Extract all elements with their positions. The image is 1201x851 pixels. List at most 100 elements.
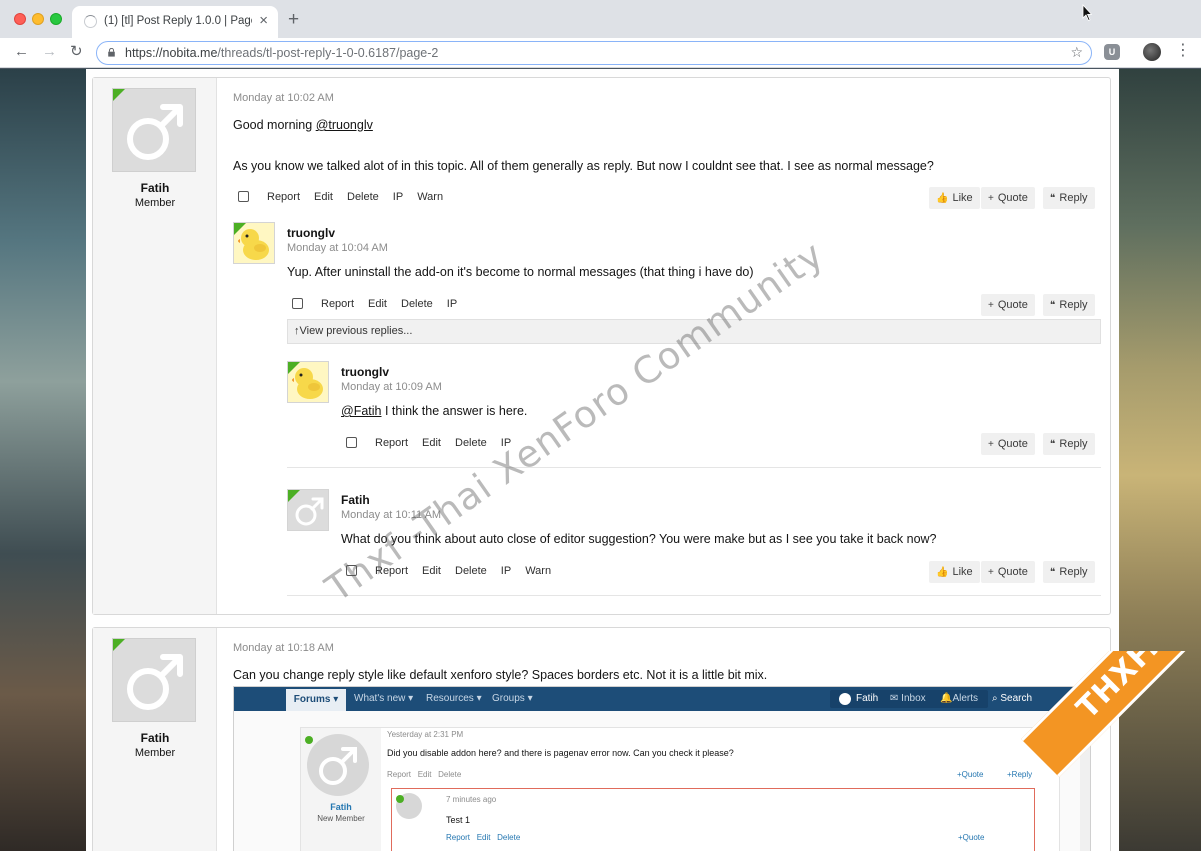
like-label: Like [952, 192, 973, 204]
embedded-author-title: New Member [317, 814, 365, 823]
embedded-nav-whats-new: What's new ▾ [354, 693, 414, 704]
ribbon-text: THXF.ORG [1070, 651, 1201, 726]
address-bar[interactable]: https://nobita.me/threads/tl-post-reply-… [96, 41, 1092, 65]
embedded-delete: Delete [438, 770, 462, 779]
post-author-name[interactable]: Fatih [93, 181, 217, 195]
quote-label: Quote [997, 192, 1028, 204]
quote-marks-icon: ❝ [1050, 300, 1056, 311]
online-indicator [288, 362, 300, 374]
mention-link[interactable]: @Fatih [341, 404, 381, 418]
thread-page: Fatih Member Monday at 10:02 AM Good mor… [86, 69, 1119, 851]
embedded-nav-bar: Forums ▾ What's new ▾ Resources ▾ Groups… [234, 687, 1090, 711]
reply-label: Reply [1059, 438, 1088, 450]
new-tab-icon[interactable]: + [288, 10, 299, 29]
window-close-button[interactable] [14, 13, 26, 25]
post-author-name[interactable]: Fatih [93, 731, 217, 745]
embedded-alerts-label: Alerts [952, 693, 979, 704]
reply-author-name[interactable]: truonglv [287, 226, 335, 240]
back-arrow-icon[interactable]: ← [14, 42, 29, 62]
attached-screenshot-image[interactable]: Forums ▾ What's new ▾ Resources ▾ Groups… [233, 686, 1091, 851]
quote-button[interactable]: + Quote [981, 187, 1035, 209]
reply-timestamp[interactable]: Monday at 10:09 AM [341, 381, 442, 393]
quote-button[interactable]: + Quote [981, 433, 1035, 455]
select-checkbox[interactable] [346, 437, 357, 449]
edit-link[interactable]: Edit [368, 298, 387, 310]
male-symbol-icon [127, 104, 183, 160]
reply-button[interactable]: ❝ Reply [1043, 561, 1095, 583]
bookmark-star-icon[interactable]: ☆ [1070, 44, 1083, 61]
like-button[interactable]: 👍 Like [929, 561, 980, 583]
ip-link[interactable]: IP [393, 191, 403, 203]
ip-link[interactable]: IP [501, 565, 511, 577]
edit-link[interactable]: Edit [422, 565, 441, 577]
embedded-nav-forums: Forums ▾ [286, 689, 346, 711]
edit-link[interactable]: Edit [422, 437, 441, 449]
post-action-bar: Report Edit Delete IP Warn [238, 189, 457, 209]
embedded-envelope-icon: ✉ [890, 693, 899, 704]
post-timestamp[interactable]: Monday at 10:18 AM [233, 642, 334, 654]
reply-body: Yup. After uninstall the add-on it's bec… [287, 265, 754, 279]
extension-shield-icon[interactable]: U [1104, 44, 1120, 60]
reply-button[interactable]: ❝ Reply [1043, 433, 1095, 455]
reload-icon[interactable]: ↻ [70, 42, 83, 62]
quote-button[interactable]: + Quote [981, 294, 1035, 316]
reply-label: Reply [1059, 566, 1088, 578]
embedded-reply-time: 7 minutes ago [446, 795, 497, 804]
warn-link[interactable]: Warn [417, 191, 443, 203]
select-checkbox[interactable] [238, 191, 249, 203]
embedded-user-column: Fatih New Member [301, 728, 381, 851]
reply-timestamp[interactable]: Monday at 10:04 AM [287, 242, 388, 254]
online-indicator [305, 736, 313, 744]
report-link[interactable]: Report [267, 191, 300, 203]
embedded-quote: +Quote [957, 770, 984, 779]
avatar[interactable] [112, 88, 196, 172]
report-link[interactable]: Report [321, 298, 354, 310]
reply-author-name[interactable]: Fatih [341, 493, 370, 507]
window-zoom-button[interactable] [50, 13, 62, 25]
window-minimize-button[interactable] [32, 13, 44, 25]
profile-avatar-icon[interactable] [1143, 43, 1161, 61]
embedded-user-avatar [839, 693, 851, 705]
avatar[interactable] [287, 361, 329, 403]
reply-body: @Fatih I think the answer is here. [341, 404, 527, 418]
tab-close-icon[interactable]: × [259, 13, 268, 29]
browser-menu-icon[interactable]: ⋮ [1175, 41, 1191, 61]
avatar[interactable] [287, 489, 329, 531]
reply-button[interactable]: ❝ Reply [1043, 294, 1095, 316]
quote-label: Quote [997, 566, 1028, 578]
quote-button[interactable]: + Quote [981, 561, 1035, 583]
reply-button[interactable]: ❝ Reply [1043, 187, 1095, 209]
embedded-nav-resources-label: Resources [426, 693, 474, 704]
mention-link[interactable]: @truonglv [316, 118, 373, 132]
ip-link[interactable]: IP [447, 298, 457, 310]
quote-label: Quote [997, 438, 1028, 450]
thumbs-up-icon: 👍 [936, 193, 949, 204]
post-timestamp[interactable]: Monday at 10:02 AM [233, 92, 334, 104]
desktop-wallpaper-left [0, 69, 86, 851]
avatar[interactable] [233, 222, 275, 264]
browser-tab[interactable]: (1) [tl] Post Reply 1.0.0 | Page 2 × [72, 6, 278, 38]
forward-arrow-icon[interactable]: → [42, 42, 57, 62]
avatar[interactable] [112, 638, 196, 722]
ribbon-band: THXF.ORG [1021, 651, 1201, 778]
like-button[interactable]: 👍 Like [929, 187, 980, 209]
quote-label: Quote [997, 299, 1028, 311]
reply-label: Reply [1059, 299, 1088, 311]
thumbs-up-icon: 👍 [936, 567, 949, 578]
edit-link[interactable]: Edit [314, 191, 333, 203]
delete-link[interactable]: Delete [347, 191, 379, 203]
post-body-line2: As you know we talked alot of in this to… [233, 159, 934, 173]
delete-link[interactable]: Delete [455, 565, 487, 577]
plus-icon: + [988, 193, 994, 204]
warn-link[interactable]: Warn [525, 565, 551, 577]
mouse-cursor-icon [1082, 4, 1092, 22]
delete-link[interactable]: Delete [455, 437, 487, 449]
reply-author-name[interactable]: truonglv [341, 365, 389, 379]
post-author-title: Member [134, 747, 176, 759]
delete-link[interactable]: Delete [401, 298, 433, 310]
select-checkbox[interactable] [292, 298, 303, 310]
post-body-line1: Good morning @truonglv [233, 118, 373, 132]
embedded-search-icon: ⌕ [992, 693, 998, 704]
quote-marks-icon: ❝ [1050, 567, 1056, 578]
report-link[interactable]: Report [375, 437, 408, 449]
